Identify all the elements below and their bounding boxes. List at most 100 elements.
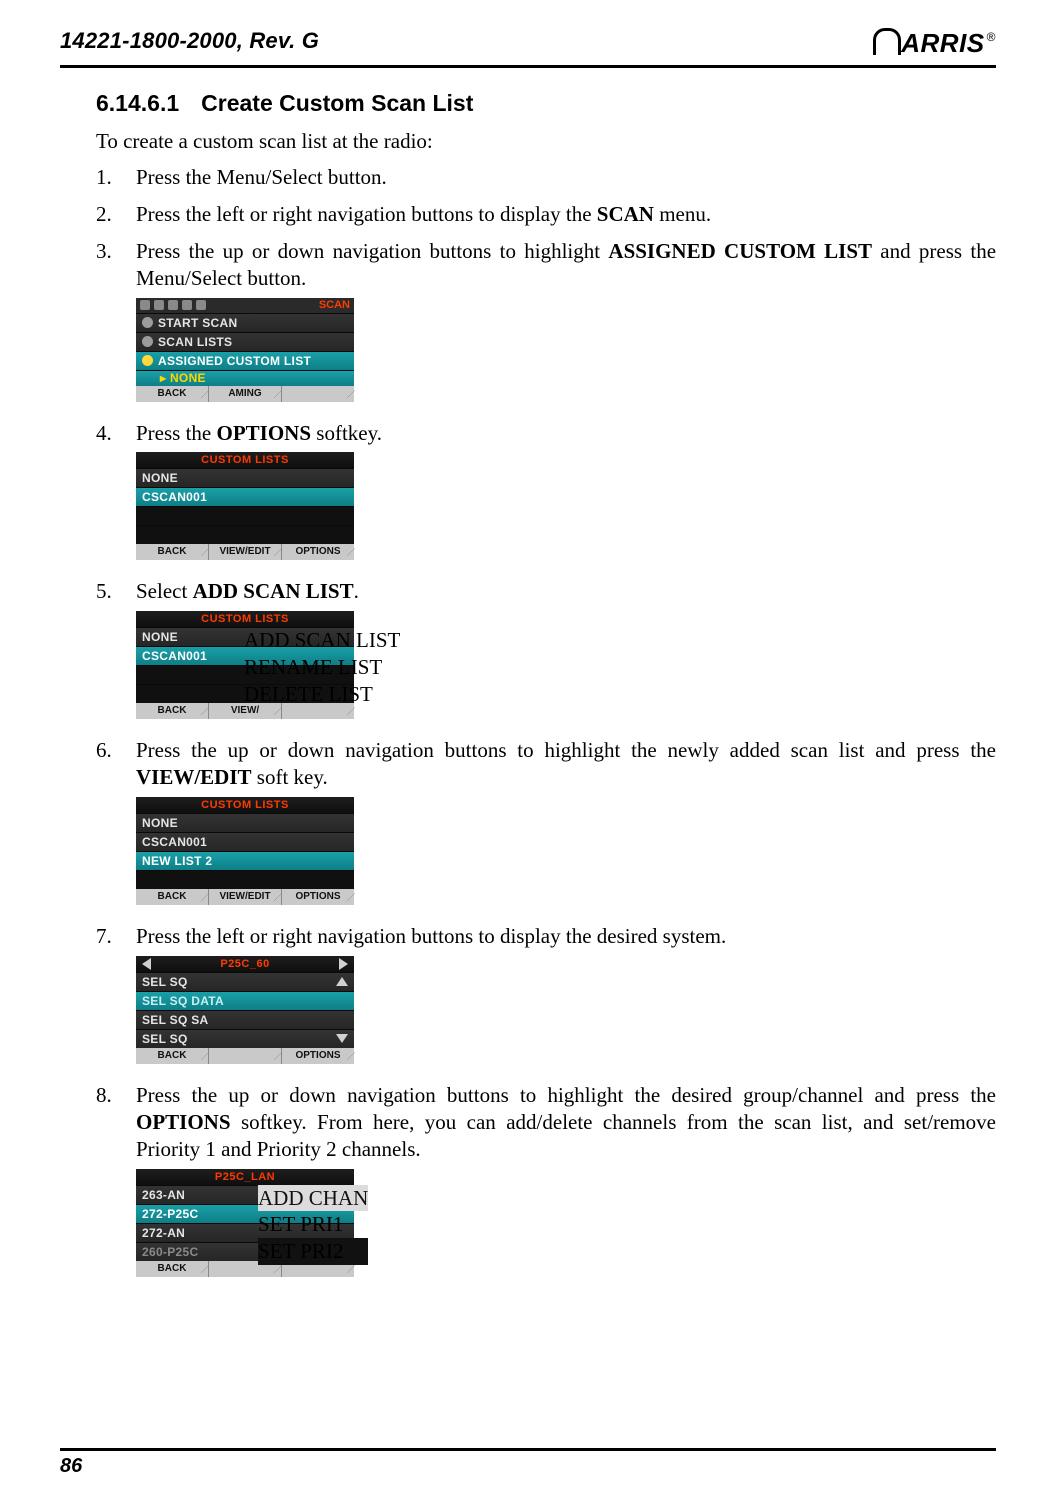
step-7: Press the left or right navigation butto… [96,923,996,1082]
step-text: Press the up or down navigation buttons … [136,239,608,263]
screenshot-title: CUSTOM LISTS [136,797,354,813]
step-bold: ADD SCAN LIST [193,579,354,603]
topbar-label: SCAN [319,298,350,313]
screenshot-step7: P25C_60 SEL SQ SEL SQ DATA SEL SQ SA SEL… [136,956,354,1064]
menu-row-selected: NEW LIST 2 [136,851,354,870]
status-icon [168,300,178,310]
popup-item: RENAME LIST [244,654,400,681]
step-text: softkey. [311,421,382,445]
softkey-bar: BACKAMING [136,386,354,402]
popup-item: ADD CHAN [258,1185,368,1212]
popup-item: SET PRI2 [258,1238,368,1265]
logo-arc-icon [873,28,901,55]
step-bold: ASSIGNED CUSTOM LIST [608,239,872,263]
brand-logo: ARRIS ® [873,28,996,59]
step-text: . [354,579,359,603]
header-rule [60,65,996,68]
logo-text: ARRIS [901,28,984,59]
registered-icon: ® [987,28,996,44]
screenshot-topbar: SCAN [136,298,354,313]
step-text: Press the up or down navigation buttons … [136,738,996,762]
section-title: Create Custom Scan List [201,90,473,116]
menu-row-selected: CSCAN001 [136,487,354,506]
row-icon [142,317,153,328]
screenshot-step4: CUSTOM LISTS NONE CSCAN001 BACKVIEW/EDIT… [136,452,354,560]
doc-id: 14221-1800-2000, Rev. G [60,28,319,54]
page-number: 86 [60,1455,996,1478]
status-icon [154,300,164,310]
softkey: VIEW/EDIT [208,544,281,560]
menu-row-empty [136,870,354,889]
status-icon [196,300,206,310]
step-text: softkey. From here, you can add/delete c… [136,1110,996,1161]
steps-list: Press the Menu/Select button. Press the … [96,164,996,1295]
arrow-right-icon [339,958,348,970]
step-text: Press the left or right navigation butto… [136,924,726,948]
screenshot-title: P25C_60 [220,957,269,971]
step-2: Press the left or right navigation butto… [96,201,996,238]
softkey-bar: BACKVIEW/EDITOPTIONS [136,544,354,560]
step-bold: SCAN [597,202,654,226]
step-5: Select ADD SCAN LIST. CUSTOM LISTS NONE … [96,578,996,737]
menu-row: CSCAN001 [136,832,354,851]
menu-subrow: ▸ NONE [136,370,354,386]
menu-row: NONE [136,813,354,832]
menu-row-empty [136,506,354,525]
step-text: soft key. [252,765,328,789]
screenshot-title: CUSTOM LISTS [136,611,354,627]
row-label: SEL SQ [142,973,188,991]
step-text: Press the Menu/Select button. [136,165,387,189]
softkey-bar: BACK OPTIONS [136,1048,354,1064]
row-label: ASSIGNED CUSTOM LIST [158,352,311,370]
arrow-down-icon [336,1034,348,1043]
screenshot-step6: CUSTOM LISTS NONE CSCAN001 NEW LIST 2 BA… [136,797,354,905]
status-icon [182,300,192,310]
softkey-bar: BACKVIEW/EDITOPTIONS [136,889,354,905]
section-number: 6.14.6.1 [96,90,179,117]
screenshot-step3: SCAN START SCAN SCAN LISTS ASSIGNED CUST… [136,298,354,402]
menu-row: SCAN LISTS [136,332,354,351]
screenshot-title: P25C_LAN [136,1169,354,1185]
step-bold: OPTIONS [136,1110,231,1134]
step-6: Press the up or down navigation buttons … [96,737,996,923]
softkey: AMING [208,386,281,402]
row-label: SCAN LISTS [158,333,232,351]
menu-row-selected: ASSIGNED CUSTOM LIST [136,351,354,370]
row-label: SEL SQ [142,1030,188,1048]
step-bold: OPTIONS [217,421,312,445]
softkey [281,386,354,402]
row-icon [142,336,153,347]
popup-item-selected: SET PRI1 [258,1211,368,1238]
popup-item: DELETE LIST [244,681,400,708]
screenshot-title: CUSTOM LISTS [136,452,354,468]
softkey: VIEW/EDIT [208,889,281,905]
menu-row: NONE [136,468,354,487]
softkey: BACK [136,1261,208,1277]
footer-rule [60,1448,996,1451]
intro-text: To create a custom scan list at the radi… [96,129,996,154]
row-label: START SCAN [158,314,237,332]
softkey: OPTIONS [281,1048,354,1064]
status-icon [140,300,150,310]
step-text: Press the left or right navigation butto… [136,202,597,226]
softkey: OPTIONS [281,889,354,905]
screenshot-title-row: P25C_60 [136,956,354,972]
menu-row: SEL SQ [136,1029,354,1048]
popup-item-selected: ADD SCAN LIST [244,627,400,654]
step-text: menu. [654,202,711,226]
step-4: Press the OPTIONS softkey. CUSTOM LISTS … [96,420,996,579]
arrow-left-icon [142,958,151,970]
row-icon [142,355,153,366]
softkey: OPTIONS [281,544,354,560]
softkey: BACK [136,544,208,560]
softkey: BACK [136,703,208,719]
step-text: Select [136,579,193,603]
menu-row-selected: SEL SQ DATA [136,991,354,1010]
arrow-up-icon [336,977,348,986]
menu-row: SEL SQ SA [136,1010,354,1029]
step-1: Press the Menu/Select button. [96,164,996,201]
popup-menu: ADD CHAN SET PRI1 SET PRI2 [258,1185,368,1266]
step-8: Press the up or down navigation buttons … [96,1082,996,1295]
softkey: BACK [136,1048,208,1064]
step-text: Press the up or down navigation buttons … [136,1083,996,1107]
